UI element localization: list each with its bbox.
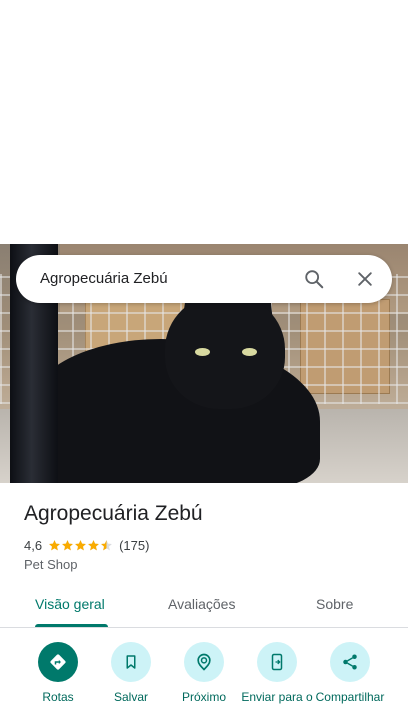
star-icon — [87, 539, 100, 552]
share-label: Compartilhar — [315, 690, 385, 704]
directions-button[interactable]: Rotas — [21, 642, 95, 726]
directions-label: Rotas — [42, 690, 74, 704]
nearby-button[interactable]: Próximo — [167, 642, 241, 726]
rating-stars — [48, 539, 113, 552]
close-icon[interactable] — [351, 265, 379, 293]
star-icon — [74, 539, 87, 552]
tab-reviews[interactable]: Avaliações — [168, 596, 235, 612]
save-button[interactable]: Salvar — [94, 642, 168, 726]
star-icon — [100, 539, 113, 552]
send-to-phone-label: Enviar para o — [241, 690, 313, 704]
search-bar[interactable]: Agropecuária Zebú — [16, 255, 392, 303]
send-to-phone-button[interactable]: Enviar para o — [240, 642, 314, 726]
blank-area — [0, 0, 408, 244]
rating-value: 4,6 — [24, 537, 43, 553]
photo-cat-eye — [195, 348, 210, 356]
star-icon — [48, 539, 61, 552]
place-title: Agropecuária Zebú — [24, 502, 203, 525]
send-to-phone-icon — [257, 642, 297, 682]
rating-row[interactable]: 4,6 (175) — [24, 536, 149, 554]
tab-indicator — [35, 624, 108, 627]
place-category: Pet Shop — [24, 557, 78, 572]
save-label: Salvar — [113, 690, 148, 704]
share-button[interactable]: Compartilhar — [313, 642, 387, 726]
nearby-label: Próximo — [181, 690, 226, 704]
review-count[interactable]: (175) — [119, 538, 149, 553]
search-query[interactable]: Agropecuária Zebú — [40, 270, 168, 287]
tab-overview[interactable]: Visão geral — [35, 596, 105, 612]
tab-bar: Visão geral Avaliações Sobre — [0, 588, 408, 628]
directions-icon — [38, 642, 78, 682]
star-icon — [61, 539, 74, 552]
bookmark-icon — [111, 642, 151, 682]
tab-about[interactable]: Sobre — [316, 596, 353, 612]
search-icon[interactable] — [300, 265, 328, 293]
share-icon — [330, 642, 370, 682]
nearby-icon — [184, 642, 224, 682]
photo-cat-head — [165, 294, 285, 409]
photo-cat-eye — [242, 348, 257, 356]
